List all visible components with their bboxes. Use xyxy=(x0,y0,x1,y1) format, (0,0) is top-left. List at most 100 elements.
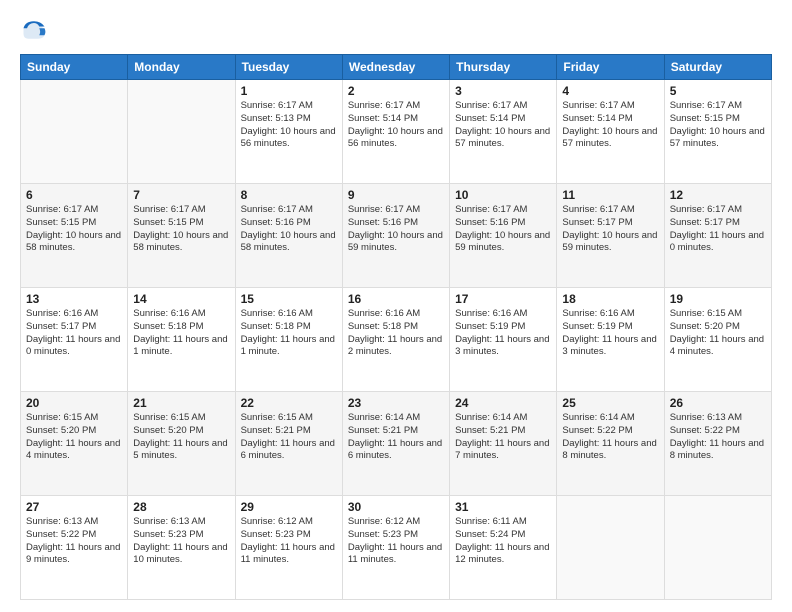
day-info: Sunrise: 6:11 AM Sunset: 5:24 PM Dayligh… xyxy=(455,516,551,567)
calendar-cell: 1Sunrise: 6:17 AM Sunset: 5:13 PM Daylig… xyxy=(235,80,342,184)
calendar-cell: 8 Sunrise: 6:17 AM Sunset: 5:16 PM Daylig… xyxy=(235,184,342,288)
calendar-cell: 28 Sunrise: 6:13 AM Sunset: 5:23 PM Dayli… xyxy=(128,496,235,600)
day-info: Sunrise: 6:17 AM Sunset: 5:15 PM Dayligh… xyxy=(133,204,229,255)
weekday-header-tuesday: Tuesday xyxy=(235,55,342,80)
day-info: Sunrise: 6:12 AM Sunset: 5:23 PM Dayligh… xyxy=(348,516,444,567)
day-number: 26 xyxy=(670,396,766,410)
calendar-cell: 15Sunrise: 6:16 AM Sunset: 5:18 PM Dayli… xyxy=(235,288,342,392)
calendar-cell xyxy=(21,80,128,184)
day-info: Sunrise: 6:16 AM Sunset: 5:19 PM Dayligh… xyxy=(455,308,551,359)
day-info: Sunrise: 6:16 AM Sunset: 5:18 PM Dayligh… xyxy=(348,308,444,359)
calendar-cell xyxy=(664,496,771,600)
calendar-week-row: 1Sunrise: 6:17 AM Sunset: 5:13 PM Daylig… xyxy=(21,80,772,184)
calendar-week-row: 6 Sunrise: 6:17 AM Sunset: 5:15 PM Daylig… xyxy=(21,184,772,288)
day-info: Sunrise: 6:15 AM Sunset: 5:20 PM Dayligh… xyxy=(133,412,229,463)
calendar-cell: 2 Sunrise: 6:17 AM Sunset: 5:14 PM Daylig… xyxy=(342,80,449,184)
calendar-cell: 4 Sunrise: 6:17 AM Sunset: 5:14 PM Daylig… xyxy=(557,80,664,184)
weekday-header-sunday: Sunday xyxy=(21,55,128,80)
day-number: 12 xyxy=(670,188,766,202)
calendar-cell: 19 Sunrise: 6:15 AM Sunset: 5:20 PM Dayli… xyxy=(664,288,771,392)
calendar-cell: 23 Sunrise: 6:14 AM Sunset: 5:21 PM Dayli… xyxy=(342,392,449,496)
weekday-header-wednesday: Wednesday xyxy=(342,55,449,80)
day-number: 28 xyxy=(133,500,229,514)
day-info: Sunrise: 6:17 AM Sunset: 5:13 PM Dayligh… xyxy=(241,100,337,151)
day-info: Sunrise: 6:17 AM Sunset: 5:15 PM Dayligh… xyxy=(26,204,122,255)
day-number: 25 xyxy=(562,396,658,410)
calendar-cell: 31 Sunrise: 6:11 AM Sunset: 5:24 PM Dayli… xyxy=(450,496,557,600)
day-number: 29 xyxy=(241,500,337,514)
day-number: 21 xyxy=(133,396,229,410)
calendar-cell: 14 Sunrise: 6:16 AM Sunset: 5:18 PM Dayli… xyxy=(128,288,235,392)
page: SundayMondayTuesdayWednesdayThursdayFrid… xyxy=(0,0,792,612)
day-info: Sunrise: 6:14 AM Sunset: 5:21 PM Dayligh… xyxy=(455,412,551,463)
calendar-cell: 5Sunrise: 6:17 AM Sunset: 5:15 PM Daylig… xyxy=(664,80,771,184)
logo xyxy=(20,16,52,44)
day-number: 14 xyxy=(133,292,229,306)
day-info: Sunrise: 6:17 AM Sunset: 5:17 PM Dayligh… xyxy=(562,204,658,255)
calendar-cell: 10 Sunrise: 6:17 AM Sunset: 5:16 PM Dayli… xyxy=(450,184,557,288)
calendar-cell: 13Sunrise: 6:16 AM Sunset: 5:17 PM Dayli… xyxy=(21,288,128,392)
calendar-cell: 11 Sunrise: 6:17 AM Sunset: 5:17 PM Dayli… xyxy=(557,184,664,288)
day-number: 31 xyxy=(455,500,551,514)
calendar-week-row: 13Sunrise: 6:16 AM Sunset: 5:17 PM Dayli… xyxy=(21,288,772,392)
calendar-cell: 18Sunrise: 6:16 AM Sunset: 5:19 PM Dayli… xyxy=(557,288,664,392)
day-info: Sunrise: 6:15 AM Sunset: 5:20 PM Dayligh… xyxy=(670,308,766,359)
calendar-cell: 6 Sunrise: 6:17 AM Sunset: 5:15 PM Daylig… xyxy=(21,184,128,288)
day-number: 20 xyxy=(26,396,122,410)
day-info: Sunrise: 6:13 AM Sunset: 5:23 PM Dayligh… xyxy=(133,516,229,567)
day-info: Sunrise: 6:13 AM Sunset: 5:22 PM Dayligh… xyxy=(670,412,766,463)
weekday-header-saturday: Saturday xyxy=(664,55,771,80)
day-number: 4 xyxy=(562,84,658,98)
day-number: 23 xyxy=(348,396,444,410)
calendar-cell: 9 Sunrise: 6:17 AM Sunset: 5:16 PM Daylig… xyxy=(342,184,449,288)
day-number: 16 xyxy=(348,292,444,306)
day-number: 10 xyxy=(455,188,551,202)
day-number: 2 xyxy=(348,84,444,98)
day-number: 27 xyxy=(26,500,122,514)
day-number: 19 xyxy=(670,292,766,306)
day-info: Sunrise: 6:14 AM Sunset: 5:22 PM Dayligh… xyxy=(562,412,658,463)
header xyxy=(20,16,772,44)
day-number: 6 xyxy=(26,188,122,202)
calendar-cell xyxy=(557,496,664,600)
weekday-header-monday: Monday xyxy=(128,55,235,80)
day-number: 5 xyxy=(670,84,766,98)
day-info: Sunrise: 6:17 AM Sunset: 5:14 PM Dayligh… xyxy=(562,100,658,151)
day-info: Sunrise: 6:16 AM Sunset: 5:18 PM Dayligh… xyxy=(133,308,229,359)
day-number: 24 xyxy=(455,396,551,410)
calendar-cell: 3 Sunrise: 6:17 AM Sunset: 5:14 PM Daylig… xyxy=(450,80,557,184)
day-number: 9 xyxy=(348,188,444,202)
calendar-cell: 16 Sunrise: 6:16 AM Sunset: 5:18 PM Dayli… xyxy=(342,288,449,392)
calendar-cell: 26 Sunrise: 6:13 AM Sunset: 5:22 PM Dayli… xyxy=(664,392,771,496)
calendar-week-row: 20 Sunrise: 6:15 AM Sunset: 5:20 PM Dayli… xyxy=(21,392,772,496)
calendar-cell: 24 Sunrise: 6:14 AM Sunset: 5:21 PM Dayli… xyxy=(450,392,557,496)
day-info: Sunrise: 6:12 AM Sunset: 5:23 PM Dayligh… xyxy=(241,516,337,567)
calendar-cell: 30Sunrise: 6:12 AM Sunset: 5:23 PM Dayli… xyxy=(342,496,449,600)
weekday-header-row: SundayMondayTuesdayWednesdayThursdayFrid… xyxy=(21,55,772,80)
day-info: Sunrise: 6:13 AM Sunset: 5:22 PM Dayligh… xyxy=(26,516,122,567)
day-number: 17 xyxy=(455,292,551,306)
day-info: Sunrise: 6:15 AM Sunset: 5:20 PM Dayligh… xyxy=(26,412,122,463)
logo-icon xyxy=(20,16,48,44)
calendar-cell: 29 Sunrise: 6:12 AM Sunset: 5:23 PM Dayli… xyxy=(235,496,342,600)
day-number: 22 xyxy=(241,396,337,410)
day-info: Sunrise: 6:16 AM Sunset: 5:17 PM Dayligh… xyxy=(26,308,122,359)
day-info: Sunrise: 6:17 AM Sunset: 5:14 PM Dayligh… xyxy=(348,100,444,151)
day-info: Sunrise: 6:17 AM Sunset: 5:17 PM Dayligh… xyxy=(670,204,766,255)
calendar-cell: 12 Sunrise: 6:17 AM Sunset: 5:17 PM Dayli… xyxy=(664,184,771,288)
day-number: 3 xyxy=(455,84,551,98)
day-info: Sunrise: 6:14 AM Sunset: 5:21 PM Dayligh… xyxy=(348,412,444,463)
calendar-cell: 7Sunrise: 6:17 AM Sunset: 5:15 PM Daylig… xyxy=(128,184,235,288)
calendar-cell: 21 Sunrise: 6:15 AM Sunset: 5:20 PM Dayli… xyxy=(128,392,235,496)
day-info: Sunrise: 6:15 AM Sunset: 5:21 PM Dayligh… xyxy=(241,412,337,463)
weekday-header-thursday: Thursday xyxy=(450,55,557,80)
day-info: Sunrise: 6:17 AM Sunset: 5:14 PM Dayligh… xyxy=(455,100,551,151)
day-number: 11 xyxy=(562,188,658,202)
day-info: Sunrise: 6:17 AM Sunset: 5:16 PM Dayligh… xyxy=(241,204,337,255)
calendar-table: SundayMondayTuesdayWednesdayThursdayFrid… xyxy=(20,54,772,600)
calendar-cell xyxy=(128,80,235,184)
day-number: 15 xyxy=(241,292,337,306)
day-info: Sunrise: 6:17 AM Sunset: 5:16 PM Dayligh… xyxy=(348,204,444,255)
day-number: 8 xyxy=(241,188,337,202)
day-info: Sunrise: 6:17 AM Sunset: 5:16 PM Dayligh… xyxy=(455,204,551,255)
